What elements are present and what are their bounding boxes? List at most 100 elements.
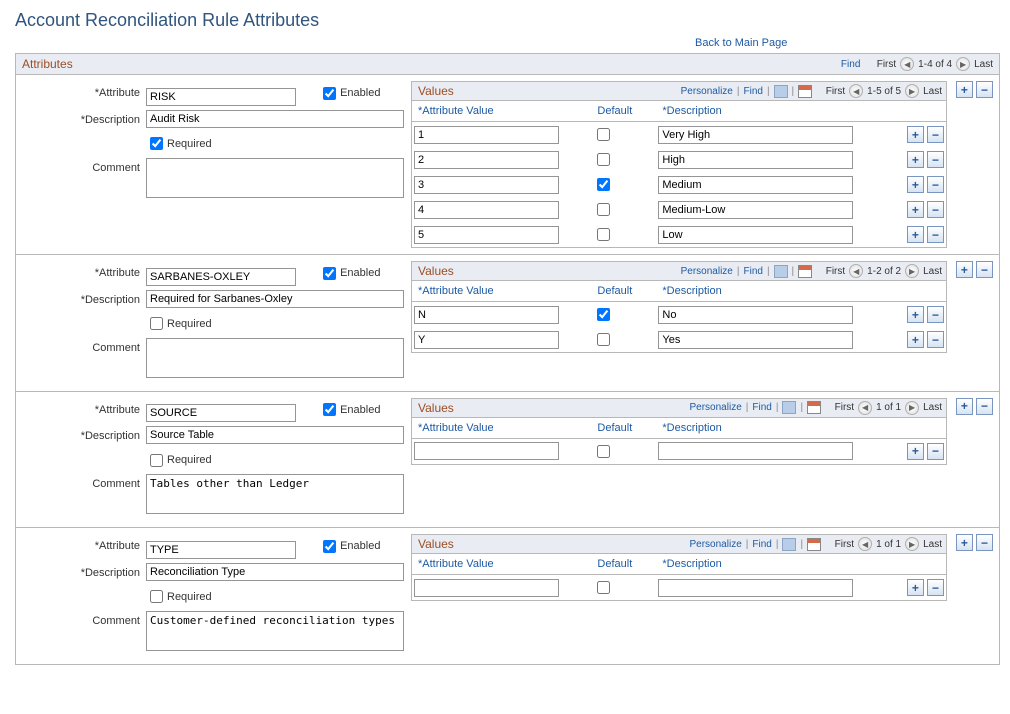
- attr-value-header[interactable]: *Attribute Value: [412, 101, 591, 122]
- value-description-input[interactable]: [658, 579, 853, 597]
- remove-value-button[interactable]: −: [927, 331, 944, 348]
- comment-textarea[interactable]: Tables other than Ledger: [146, 474, 404, 514]
- attribute-description-input[interactable]: [146, 563, 404, 581]
- download-icon[interactable]: [798, 85, 812, 98]
- values3-find-link[interactable]: Find: [752, 539, 771, 550]
- default-checkbox[interactable]: [597, 228, 610, 241]
- description-header[interactable]: *Description: [656, 281, 896, 302]
- add-value-button[interactable]: +: [907, 176, 924, 193]
- required-checkbox[interactable]: [150, 454, 163, 467]
- values3-prev-icon[interactable]: ◀: [858, 537, 872, 551]
- comment-textarea[interactable]: [146, 338, 404, 378]
- default-header[interactable]: Default: [591, 554, 656, 575]
- attr-value-header[interactable]: *Attribute Value: [412, 418, 591, 439]
- value-description-input[interactable]: [658, 331, 853, 349]
- default-checkbox[interactable]: [597, 445, 610, 458]
- add-value-button[interactable]: +: [907, 306, 924, 323]
- remove-value-button[interactable]: −: [927, 201, 944, 218]
- find-link[interactable]: Find: [841, 59, 860, 70]
- attribute-description-input[interactable]: [146, 426, 404, 444]
- remove-attribute-button[interactable]: −: [976, 81, 993, 98]
- attribute-value-input[interactable]: [414, 201, 559, 219]
- description-header[interactable]: *Description: [656, 101, 896, 122]
- values1-personalize-link[interactable]: Personalize: [681, 266, 733, 277]
- enabled-checkbox[interactable]: [323, 267, 336, 280]
- add-attribute-button[interactable]: +: [956, 261, 973, 278]
- enabled-checkbox[interactable]: [323, 403, 336, 416]
- add-value-button[interactable]: +: [907, 579, 924, 596]
- values2-next-icon[interactable]: ▶: [905, 401, 919, 415]
- attribute-value-input[interactable]: [414, 126, 559, 144]
- remove-attribute-button[interactable]: −: [976, 398, 993, 415]
- remove-value-button[interactable]: −: [927, 151, 944, 168]
- values3-next-icon[interactable]: ▶: [905, 537, 919, 551]
- value-description-input[interactable]: [658, 226, 853, 244]
- comment-textarea[interactable]: Customer-defined reconciliation types: [146, 611, 404, 651]
- default-header[interactable]: Default: [591, 101, 656, 122]
- required-checkbox[interactable]: [150, 137, 163, 150]
- add-value-button[interactable]: +: [907, 151, 924, 168]
- back-to-main-link[interactable]: Back to Main Page: [695, 37, 787, 49]
- attribute-name-input[interactable]: [146, 88, 296, 106]
- remove-value-button[interactable]: −: [927, 443, 944, 460]
- required-checkbox[interactable]: [150, 317, 163, 330]
- attribute-description-input[interactable]: [146, 290, 404, 308]
- zoom-icon[interactable]: [782, 401, 796, 414]
- download-icon[interactable]: [807, 538, 821, 551]
- values1-prev-icon[interactable]: ◀: [849, 264, 863, 278]
- attribute-name-input[interactable]: [146, 404, 296, 422]
- zoom-icon[interactable]: [782, 538, 796, 551]
- attribute-value-input[interactable]: [414, 176, 559, 194]
- default-checkbox[interactable]: [597, 333, 610, 346]
- remove-attribute-button[interactable]: −: [976, 261, 993, 278]
- zoom-icon[interactable]: [774, 85, 788, 98]
- zoom-icon[interactable]: [774, 265, 788, 278]
- attribute-description-input[interactable]: [146, 110, 404, 128]
- default-checkbox[interactable]: [597, 581, 610, 594]
- download-icon[interactable]: [807, 401, 821, 414]
- values0-personalize-link[interactable]: Personalize: [681, 86, 733, 97]
- attribute-value-input[interactable]: [414, 331, 559, 349]
- required-checkbox[interactable]: [150, 590, 163, 603]
- values0-find-link[interactable]: Find: [743, 86, 762, 97]
- default-checkbox[interactable]: [597, 178, 610, 191]
- next-page-icon[interactable]: ▶: [956, 57, 970, 71]
- description-header[interactable]: *Description: [656, 554, 896, 575]
- attribute-value-input[interactable]: [414, 306, 559, 324]
- values1-find-link[interactable]: Find: [743, 266, 762, 277]
- prev-page-icon[interactable]: ◀: [900, 57, 914, 71]
- add-attribute-button[interactable]: +: [956, 534, 973, 551]
- remove-value-button[interactable]: −: [927, 306, 944, 323]
- value-description-input[interactable]: [658, 306, 853, 324]
- add-value-button[interactable]: +: [907, 443, 924, 460]
- remove-value-button[interactable]: −: [927, 176, 944, 193]
- remove-value-button[interactable]: −: [927, 226, 944, 243]
- values1-next-icon[interactable]: ▶: [905, 264, 919, 278]
- remove-value-button[interactable]: −: [927, 579, 944, 596]
- value-description-input[interactable]: [658, 442, 853, 460]
- enabled-checkbox[interactable]: [323, 540, 336, 553]
- add-value-button[interactable]: +: [907, 226, 924, 243]
- values2-prev-icon[interactable]: ◀: [858, 401, 872, 415]
- value-description-input[interactable]: [658, 151, 853, 169]
- add-value-button[interactable]: +: [907, 126, 924, 143]
- download-icon[interactable]: [798, 265, 812, 278]
- value-description-input[interactable]: [658, 176, 853, 194]
- default-checkbox[interactable]: [597, 128, 610, 141]
- attribute-name-input[interactable]: [146, 541, 296, 559]
- attr-value-header[interactable]: *Attribute Value: [412, 281, 591, 302]
- values0-prev-icon[interactable]: ◀: [849, 84, 863, 98]
- attr-value-header[interactable]: *Attribute Value: [412, 554, 591, 575]
- add-value-button[interactable]: +: [907, 201, 924, 218]
- attribute-value-input[interactable]: [414, 579, 559, 597]
- add-value-button[interactable]: +: [907, 331, 924, 348]
- value-description-input[interactable]: [658, 126, 853, 144]
- attribute-value-input[interactable]: [414, 151, 559, 169]
- value-description-input[interactable]: [658, 201, 853, 219]
- enabled-checkbox[interactable]: [323, 87, 336, 100]
- add-attribute-button[interactable]: +: [956, 398, 973, 415]
- attribute-value-input[interactable]: [414, 226, 559, 244]
- default-checkbox[interactable]: [597, 308, 610, 321]
- description-header[interactable]: *Description: [656, 418, 896, 439]
- values3-personalize-link[interactable]: Personalize: [690, 539, 742, 550]
